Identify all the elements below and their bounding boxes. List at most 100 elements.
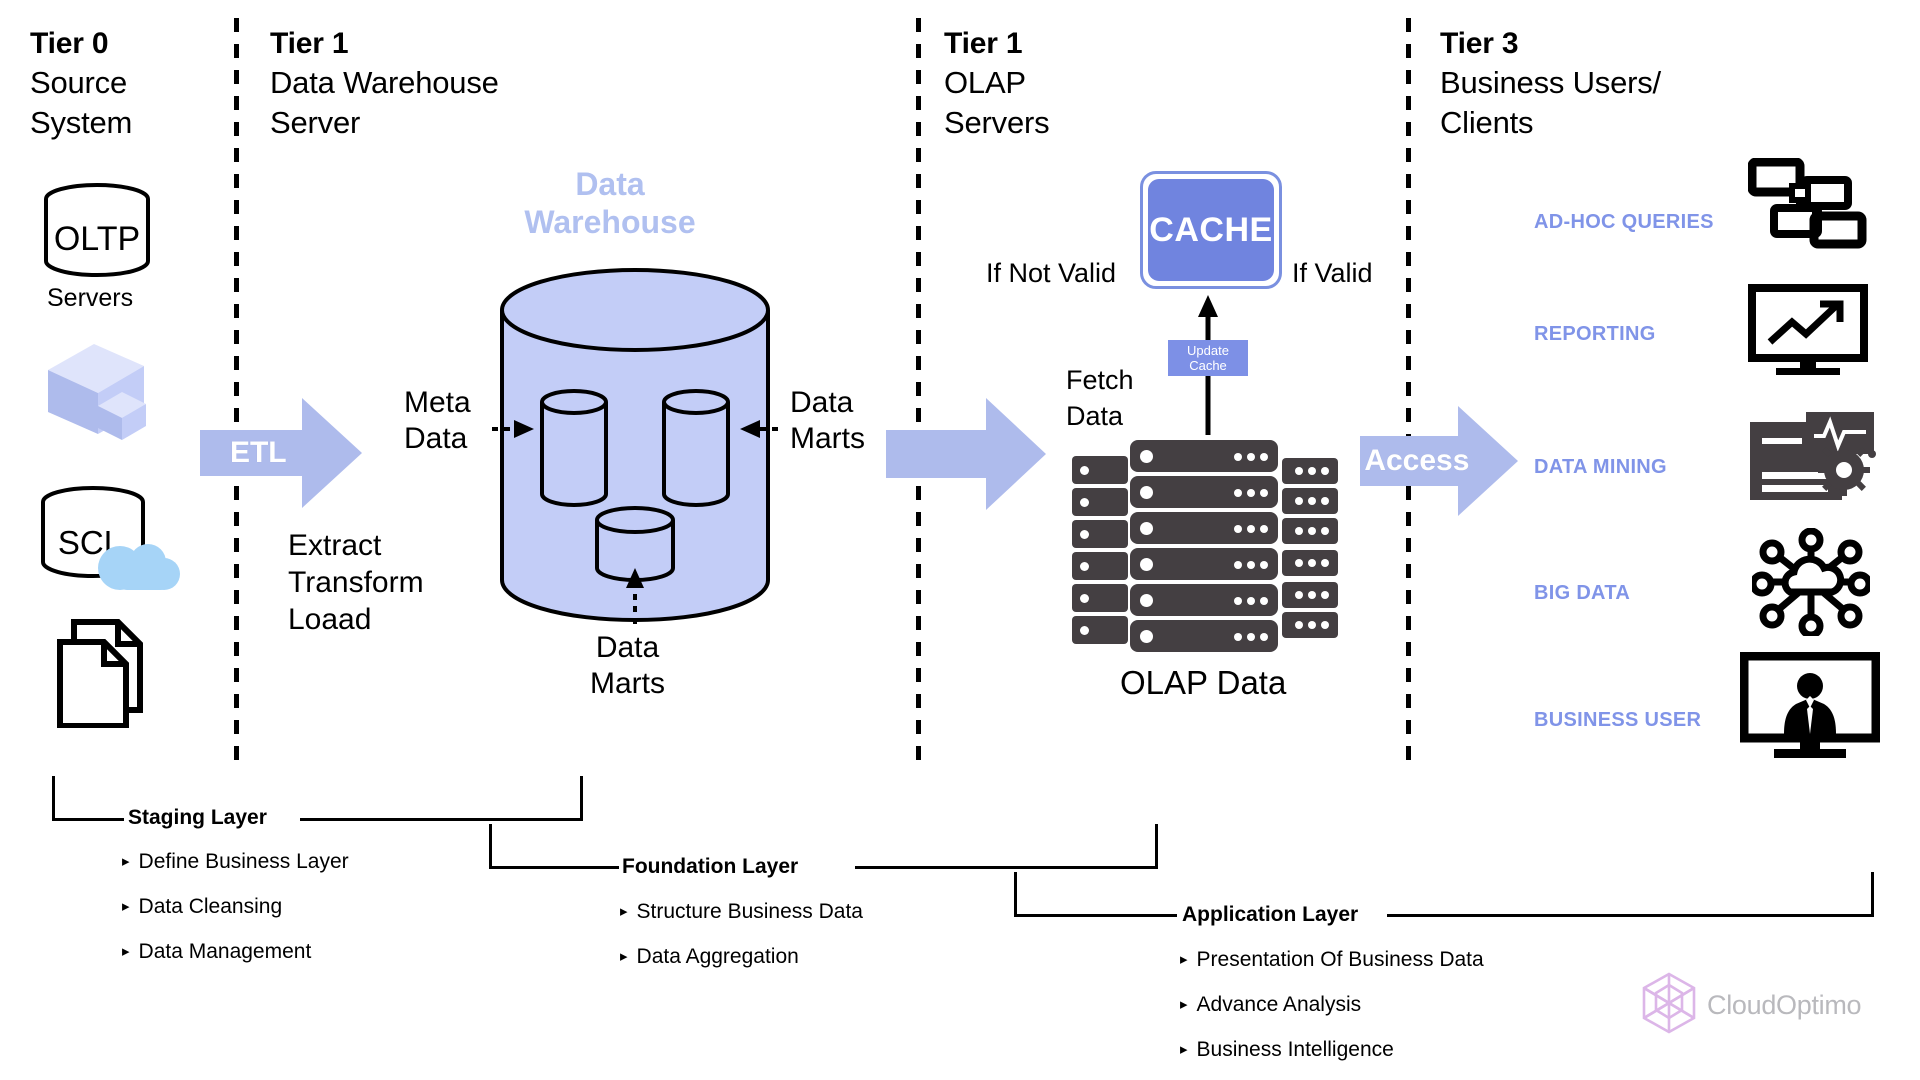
- rack-indicator-dot: [1234, 453, 1242, 461]
- rack-center-5: [1130, 584, 1278, 616]
- monitor-chart-icon: [1748, 284, 1868, 376]
- tier-heading-2: Tier 1 OLAP Servers: [944, 24, 1050, 143]
- oltp-servers-caption: Servers: [47, 284, 134, 312]
- if-not-valid-label: If Not Valid: [986, 258, 1117, 288]
- foundation-bracket-bottom-right: [855, 866, 1157, 869]
- cloudoptimo-cube-icon: [1641, 972, 1697, 1039]
- rack-indicator-dot: [1308, 621, 1316, 629]
- data-marts-right-label: Data Marts: [790, 385, 865, 457]
- rack-status-dot: [1140, 522, 1153, 535]
- meta-data-arrow: [492, 418, 538, 440]
- tier-name-line1: Data Warehouse: [270, 65, 499, 100]
- bullet-icon: ▸: [1180, 1041, 1188, 1058]
- oltp-database-icon: OLTP: [42, 182, 152, 278]
- application-layer-item-2: ▸ Advance Analysis: [1180, 993, 1361, 1017]
- layer-item-text: Advance Analysis: [1196, 993, 1362, 1016]
- rack-left-4: [1072, 552, 1128, 580]
- dw-title-line1: Data: [575, 166, 645, 202]
- etl-expand-line3: Loaad: [288, 603, 372, 636]
- etl-expand-line2: Transform: [288, 566, 424, 599]
- tier-name-line2: Servers: [944, 105, 1050, 140]
- staging-bracket-right: [580, 776, 583, 821]
- application-layer-title: Application Layer: [1182, 903, 1359, 926]
- data-marts-bottom-line2: Marts: [590, 667, 665, 700]
- rack-right-1: [1282, 458, 1338, 484]
- tier-name-line2: Clients: [1440, 105, 1534, 140]
- staging-bracket-left: [52, 776, 55, 821]
- tier-name-line1: Business Users/: [1440, 65, 1661, 100]
- rack-indicator-dot: [1321, 497, 1329, 505]
- tier-divider-1: [234, 18, 239, 770]
- foundation-bracket-right: [1155, 824, 1158, 869]
- rack-status-dot: [1080, 498, 1089, 507]
- rack-indicator-dot: [1321, 559, 1329, 567]
- rack-center-1: [1130, 440, 1278, 472]
- scl-cloud-database-icon: SCL: [38, 484, 188, 594]
- rack-left-1: [1072, 456, 1128, 484]
- rack-indicator-dot: [1247, 561, 1255, 569]
- foundation-bracket-bottom-left: [489, 866, 619, 869]
- rack-status-dot: [1140, 558, 1153, 571]
- rack-indicator-dot: [1308, 467, 1316, 475]
- foundation-layer-title: Foundation Layer: [622, 855, 799, 878]
- data-warehouse-title: Data Warehouse: [480, 165, 740, 241]
- client-label: DATA MINING: [1534, 455, 1667, 478]
- rack-indicator-dot: [1260, 561, 1268, 569]
- rack-indicator-dot: [1234, 597, 1242, 605]
- rack-indicator-dot: [1234, 489, 1242, 497]
- olap-data-label: OLAP Data: [1120, 664, 1287, 701]
- rack-indicator-dot: [1295, 559, 1303, 567]
- rack-center-2: [1130, 476, 1278, 508]
- rack-indicator-dot: [1295, 497, 1303, 505]
- cloud-network-icon: [1749, 527, 1873, 639]
- rack-indicator-dot: [1247, 633, 1255, 641]
- rack-status-dot: [1080, 466, 1089, 475]
- rack-indicator-dot: [1321, 467, 1329, 475]
- data-marts-right-arrow: [736, 418, 782, 440]
- tier-name-line2: Server: [270, 105, 361, 140]
- rack-indicator-dot: [1295, 591, 1303, 599]
- etl-arrow-label: ETL: [229, 436, 287, 469]
- data-marts-bottom-line1: Data: [595, 631, 660, 664]
- rack-indicator-dot: [1260, 453, 1268, 461]
- rack-indicator-dot: [1247, 453, 1255, 461]
- application-bracket-right: [1871, 872, 1874, 917]
- rack-status-dot: [1080, 626, 1089, 635]
- rack-center-6: [1130, 620, 1278, 652]
- staging-layer-title: Staging Layer: [128, 806, 267, 829]
- rack-indicator-dot: [1321, 591, 1329, 599]
- application-bracket-bottom-left: [1014, 914, 1177, 917]
- tier-divider-3: [1406, 18, 1411, 770]
- bullet-icon: ▸: [122, 943, 130, 960]
- staging-bracket-bottom-right: [300, 818, 582, 821]
- application-bracket-left: [1014, 872, 1017, 917]
- access-arrow-label: Access: [1364, 444, 1470, 477]
- server-cube-icon: [46, 330, 158, 440]
- update-cache-line2: Cache: [1189, 358, 1227, 373]
- bullet-icon: ▸: [1180, 996, 1188, 1013]
- rack-indicator-dot: [1308, 559, 1316, 567]
- rack-indicator-dot: [1260, 633, 1268, 641]
- rack-indicator-dot: [1234, 525, 1242, 533]
- server-rack-cluster: [1068, 440, 1358, 652]
- application-layer-item-3: ▸ Business Intelligence: [1180, 1038, 1394, 1062]
- rack-status-dot: [1140, 450, 1153, 463]
- cloudoptimo-logo: CloudOptimo: [1641, 972, 1862, 1039]
- staging-layer-item-2: ▸ Data Cleansing: [122, 895, 282, 919]
- rack-indicator-dot: [1247, 597, 1255, 605]
- client-label: AD-HOC QUERIES: [1534, 210, 1714, 233]
- etl-arrow: ETL: [200, 398, 362, 508]
- rack-status-dot: [1140, 486, 1153, 499]
- application-layer-item-1: ▸ Presentation Of Business Data: [1180, 948, 1484, 972]
- rack-left-3: [1072, 520, 1128, 548]
- bullet-icon: ▸: [620, 903, 628, 920]
- update-cache-badge: Update Cache: [1168, 340, 1248, 376]
- rack-right-2: [1282, 488, 1338, 514]
- client-label: REPORTING: [1534, 322, 1656, 345]
- update-cache-line1: Update: [1187, 343, 1229, 358]
- tier-heading-1: Tier 1 Data Warehouse Server: [270, 24, 499, 143]
- rack-status-dot: [1140, 594, 1153, 607]
- etl-expand-line1: Extract: [288, 529, 382, 562]
- client-label: BIG DATA: [1534, 581, 1631, 604]
- rack-indicator-dot: [1308, 527, 1316, 535]
